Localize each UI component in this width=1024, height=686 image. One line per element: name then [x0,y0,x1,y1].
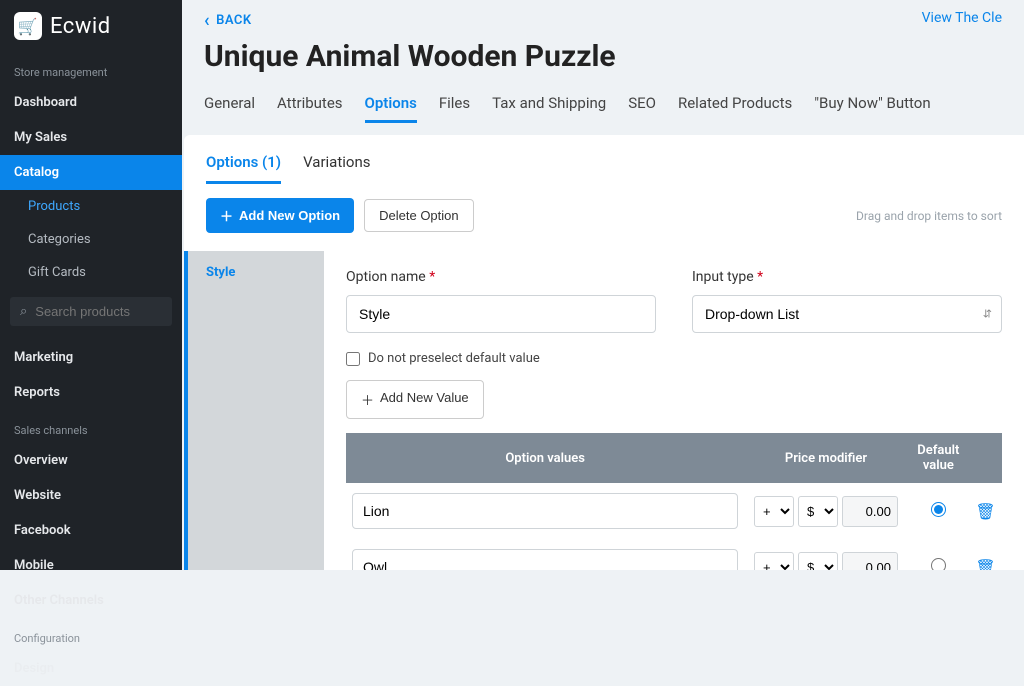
sidebar-section-configuration: Configuration [0,618,182,651]
price-modifier-input[interactable] [842,552,898,571]
sidebar-item-gift-cards[interactable]: Gift Cards [0,256,182,289]
tab-buy-now[interactable]: "Buy Now" Button [814,94,930,123]
preselect-label: Do not preselect default value [368,351,540,366]
tab-tax-shipping[interactable]: Tax and Shipping [492,94,606,123]
default-value-radio[interactable] [931,558,946,571]
sidebar-item-my-sales[interactable]: My Sales [0,120,182,155]
brand-logo[interactable]: 🛒 Ecwid [0,0,182,52]
option-name-label: Option name [346,269,656,285]
th-price-modifier: Price modifier [744,433,907,483]
main-content: ‹ BACK View The Cle Unique Animal Wooden… [182,0,1024,570]
sidebar-item-design[interactable]: Design [0,651,182,686]
chevron-left-icon: ‹ [204,10,210,31]
add-value-label: Add New Value [380,390,469,409]
product-tabs: General Attributes Options Files Tax and… [182,94,1024,135]
subtab-options[interactable]: Options (1) [206,153,281,184]
th-default-value: Default value [908,433,969,483]
price-sign-select[interactable]: + [754,552,794,571]
tab-files[interactable]: Files [439,94,470,123]
trash-icon[interactable]: 🗑 [975,502,995,521]
price-sign-select[interactable]: + [754,496,794,527]
search-products[interactable]: ⌕ [10,297,172,326]
option-selector-style[interactable]: Style [206,265,306,280]
drag-hint: Drag and drop items to sort [856,209,1002,223]
table-row: + $ 🗑 [346,483,1002,539]
trash-icon[interactable]: 🗑 [975,558,995,571]
plus-icon: ＋ [361,390,374,409]
option-values-table: Option values Price modifier Default val… [346,433,1002,570]
tab-options[interactable]: Options [365,94,417,123]
back-label: BACK [216,13,252,28]
sidebar-item-products[interactable]: Products [0,190,182,223]
option-value-input[interactable] [352,493,738,529]
add-option-label: Add New Option [239,208,340,223]
page-title: Unique Animal Wooden Puzzle [182,31,1024,94]
sidebar-item-other-channels[interactable]: Other Channels [0,583,182,618]
sidebar: 🛒 Ecwid Store management Dashboard My Sa… [0,0,182,570]
tab-seo[interactable]: SEO [628,94,656,123]
add-new-option-button[interactable]: ＋ Add New Option [206,198,354,233]
sidebar-item-facebook[interactable]: Facebook [0,513,182,548]
options-panel: Options (1) Variations ＋ Add New Option … [184,135,1024,570]
tab-attributes[interactable]: Attributes [277,94,343,123]
tab-general[interactable]: General [204,94,255,123]
sidebar-item-marketing[interactable]: Marketing [0,340,182,375]
view-store-link[interactable]: View The Cle [922,10,1002,31]
search-icon: ⌕ [20,304,27,319]
subtab-variations[interactable]: Variations [303,153,370,184]
sidebar-item-website[interactable]: Website [0,478,182,513]
cart-icon: 🛒 [14,12,42,40]
plus-icon: ＋ [220,206,233,225]
table-row: + $ 🗑 [346,539,1002,570]
price-unit-select[interactable]: $ [798,496,838,527]
sidebar-section-store: Store management [0,52,182,85]
price-modifier-input[interactable] [842,496,898,527]
back-button[interactable]: ‹ BACK [204,10,252,31]
option-value-input[interactable] [352,549,738,570]
sidebar-item-reports[interactable]: Reports [0,375,182,410]
delete-option-button[interactable]: Delete Option [364,199,474,232]
brand-name: Ecwid [50,14,111,39]
sidebar-item-categories[interactable]: Categories [0,223,182,256]
sidebar-item-overview[interactable]: Overview [0,443,182,478]
preselect-checkbox[interactable] [346,352,360,366]
option-selector-side: Style [184,251,324,570]
input-type-label: Input type [692,269,1002,285]
sidebar-item-dashboard[interactable]: Dashboard [0,85,182,120]
sidebar-item-catalog[interactable]: Catalog [0,155,182,190]
add-new-value-button[interactable]: ＋ Add New Value [346,380,484,419]
price-unit-select[interactable]: $ [798,552,838,571]
option-name-input[interactable] [346,295,656,333]
sidebar-item-mobile[interactable]: Mobile [0,548,182,583]
input-type-select[interactable]: Drop-down List [692,295,1002,333]
th-option-values: Option values [346,433,744,483]
default-value-radio[interactable] [931,502,946,517]
tab-related-products[interactable]: Related Products [678,94,792,123]
preselect-checkbox-row[interactable]: Do not preselect default value [346,351,1002,366]
sidebar-section-sales-channels: Sales channels [0,410,182,443]
